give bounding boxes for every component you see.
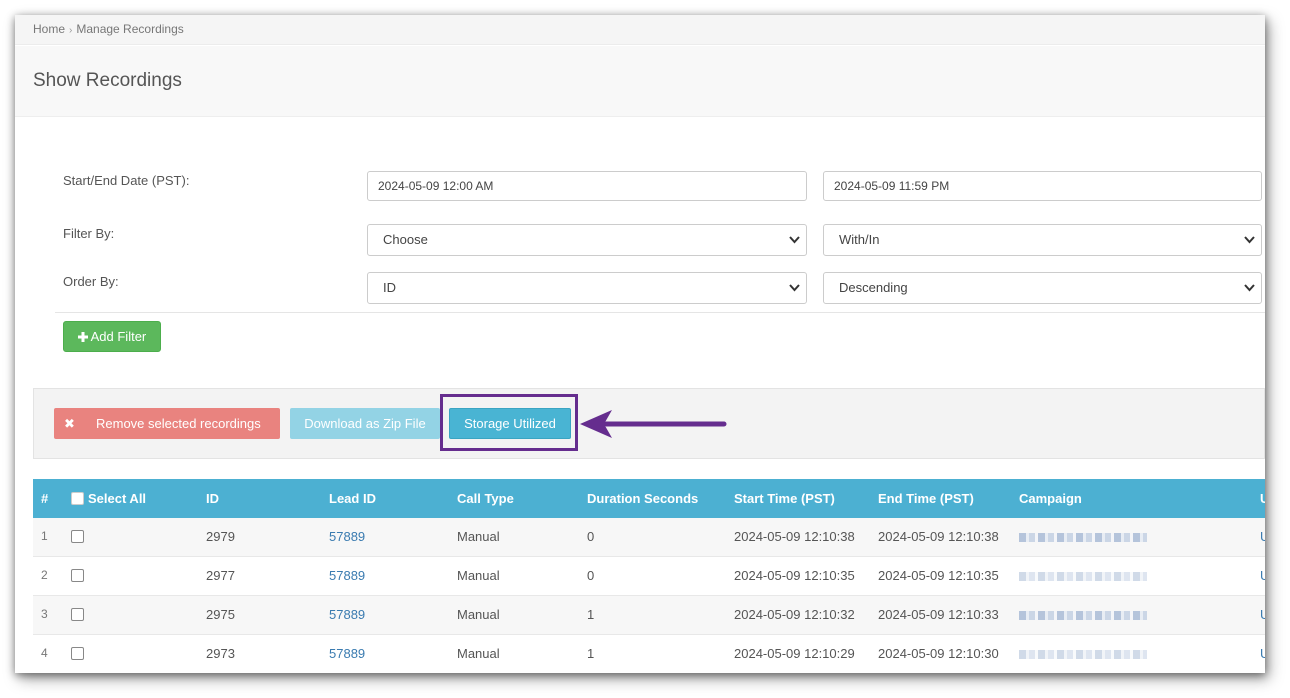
chevron-down-icon — [1244, 273, 1255, 293]
col-header-id[interactable]: ID — [206, 491, 219, 506]
page-title: Show Recordings — [33, 70, 182, 91]
order-by-label: Order By: — [63, 274, 119, 289]
col-header-end-time[interactable]: End Time (PST) — [878, 491, 974, 506]
duration-seconds: 1 — [587, 607, 595, 622]
campaign-redacted — [1019, 611, 1147, 620]
campaign-redacted — [1019, 533, 1147, 542]
row-checkbox[interactable] — [71, 607, 84, 622]
row-number: 3 — [41, 607, 48, 621]
lead-id-link[interactable]: 57889 — [329, 529, 365, 544]
end-time: 2024-05-09 12:10:38 — [878, 529, 999, 544]
col-header-duration[interactable]: Duration Seconds — [587, 491, 698, 506]
lead-id-link[interactable]: 57889 — [329, 568, 365, 583]
date-range-label: Start/End Date (PST): — [63, 173, 190, 188]
breadcrumb-home[interactable]: Home — [33, 22, 65, 36]
col-header-campaign[interactable]: Campaign — [1019, 491, 1082, 506]
chevron-down-icon — [789, 273, 800, 293]
duration-seconds: 0 — [587, 529, 595, 544]
recording-id: 2975 — [206, 607, 235, 622]
end-time: 2024-05-09 12:10:33 — [878, 607, 999, 622]
table-header: # Select All ID Lead ID Call Type Durati… — [33, 479, 1265, 518]
row-number: 4 — [41, 646, 48, 660]
user-link[interactable]: U — [1260, 529, 1265, 544]
filter-operator-value: With/In — [839, 232, 880, 247]
app-window: Home › Manage Recordings Show Recordings S… — [15, 15, 1265, 673]
duration-seconds: 0 — [587, 568, 595, 583]
table-row: 1 2979 57889 Manual 0 2024-05-09 12:10:3… — [33, 518, 1265, 557]
breadcrumb-separator: › — [69, 25, 73, 36]
times-icon: ✖ — [64, 416, 75, 431]
user-link[interactable]: U — [1260, 607, 1265, 622]
start-time: 2024-05-09 12:10:29 — [734, 646, 855, 661]
col-header-user[interactable]: U — [1260, 491, 1265, 506]
end-time: 2024-05-09 12:10:30 — [878, 646, 999, 661]
recording-id: 2977 — [206, 568, 235, 583]
lead-id-link[interactable]: 57889 — [329, 607, 365, 622]
col-header-call-type[interactable]: Call Type — [457, 491, 514, 506]
table-row: 2 2977 57889 Manual 0 2024-05-09 12:10:3… — [33, 557, 1265, 596]
filter-by-label: Filter By: — [63, 226, 115, 241]
chevron-down-icon — [789, 225, 800, 245]
breadcrumb-current: Manage Recordings — [76, 22, 184, 36]
table-row: 4 2973 57889 Manual 1 2024-05-09 12:10:2… — [33, 635, 1265, 673]
annotation-highlight-box — [440, 394, 578, 451]
row-number: 1 — [41, 529, 48, 543]
chevron-down-icon — [1244, 225, 1255, 245]
filter-field-select[interactable]: Choose — [367, 224, 807, 256]
row-checkbox[interactable] — [71, 646, 84, 661]
annotation-arrow-icon — [580, 410, 727, 438]
filter-operator-select[interactable]: With/In — [823, 224, 1262, 256]
campaign-redacted — [1019, 572, 1147, 581]
filter-field-value: Choose — [383, 232, 428, 247]
table-row: 3 2975 57889 Manual 1 2024-05-09 12:10:3… — [33, 596, 1265, 635]
col-header-start-time[interactable]: Start Time (PST) — [734, 491, 835, 506]
call-type: Manual — [457, 568, 500, 583]
order-field-select[interactable]: ID — [367, 272, 807, 304]
duration-seconds: 1 — [587, 646, 595, 661]
remove-recordings-button[interactable]: ✖ Remove selected recordings — [54, 408, 280, 439]
call-type: Manual — [457, 607, 500, 622]
select-all-control[interactable]: Select All — [71, 491, 146, 506]
start-date-input[interactable]: 2024-05-09 12:00 AM — [367, 171, 807, 201]
row-checkbox[interactable] — [71, 529, 84, 544]
user-link[interactable]: U — [1260, 646, 1265, 661]
download-zip-button[interactable]: Download as Zip File — [290, 408, 440, 439]
row-checkbox[interactable] — [71, 568, 84, 583]
row-number: 2 — [41, 568, 48, 582]
col-header-lead-id[interactable]: Lead ID — [329, 491, 376, 506]
order-direction-select[interactable]: Descending — [823, 272, 1262, 304]
form-divider — [55, 312, 1265, 313]
start-time: 2024-05-09 12:10:32 — [734, 607, 855, 622]
select-all-checkbox[interactable] — [71, 492, 84, 505]
order-direction-value: Descending — [839, 280, 908, 295]
end-date-input[interactable]: 2024-05-09 11:59 PM — [823, 171, 1262, 201]
remove-recordings-label: Remove selected recordings — [96, 416, 261, 431]
call-type: Manual — [457, 529, 500, 544]
breadcrumb: Home › Manage Recordings — [15, 15, 1265, 45]
col-header-select-all: Select All — [88, 491, 147, 506]
add-filter-button[interactable]: Add Filter — [63, 321, 161, 352]
order-field-value: ID — [383, 280, 396, 295]
user-link[interactable]: U — [1260, 568, 1265, 583]
recording-id: 2979 — [206, 529, 235, 544]
plus-icon — [77, 332, 88, 342]
lead-id-link[interactable]: 57889 — [329, 646, 365, 661]
recording-id: 2973 — [206, 646, 235, 661]
call-type: Manual — [457, 646, 500, 661]
start-time: 2024-05-09 12:10:38 — [734, 529, 855, 544]
end-time: 2024-05-09 12:10:35 — [878, 568, 999, 583]
start-time: 2024-05-09 12:10:35 — [734, 568, 855, 583]
recordings-table: # Select All ID Lead ID Call Type Durati… — [33, 479, 1265, 673]
add-filter-label: Add Filter — [90, 329, 147, 344]
page-header: Show Recordings — [15, 46, 1265, 117]
campaign-redacted — [1019, 650, 1147, 659]
col-header-number: # — [41, 491, 49, 506]
